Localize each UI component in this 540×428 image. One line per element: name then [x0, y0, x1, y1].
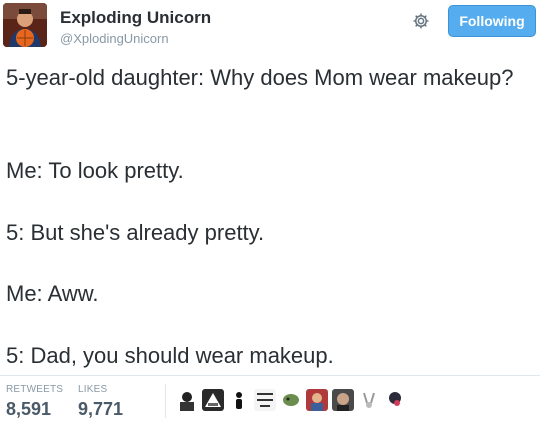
liker-avatar[interactable]	[280, 389, 302, 411]
following-button[interactable]: Following	[448, 5, 536, 37]
gear-icon	[413, 13, 429, 29]
author-name[interactable]: Exploding Unicorn	[60, 8, 211, 28]
likes-stat[interactable]: LIKES 9,771	[78, 384, 123, 420]
tweet-line: 5: Dad, you should wear makeup.	[6, 343, 334, 368]
liker-avatar[interactable]	[228, 389, 250, 411]
liker-avatar[interactable]	[306, 389, 328, 411]
stats-separator	[165, 384, 166, 418]
author-avatar[interactable]	[3, 3, 47, 47]
author-avatar-image	[3, 3, 47, 47]
tweet-card: Exploding Unicorn @XplodingUnicorn Follo…	[0, 0, 540, 428]
following-label: Following	[459, 13, 525, 29]
settings-button[interactable]	[408, 8, 434, 34]
retweets-count: 8,591	[6, 399, 52, 419]
retweets-stat[interactable]: RETWEETS 8,591	[6, 384, 63, 420]
author-handle[interactable]: @XplodingUnicorn	[60, 31, 169, 46]
liker-avatar[interactable]	[202, 389, 224, 411]
liker-avatar[interactable]	[254, 389, 276, 411]
tweet-line: 5: But she's already pretty.	[6, 220, 265, 245]
likes-count: 9,771	[78, 399, 124, 419]
liker-avatar[interactable]	[384, 389, 406, 411]
liker-avatars	[176, 384, 406, 416]
liker-avatar[interactable]	[176, 389, 198, 411]
tweet-line: Me: Aww.	[6, 281, 99, 306]
stats-divider	[0, 375, 540, 376]
tweet-line: Me: To look pretty.	[6, 158, 184, 183]
liker-avatar[interactable]	[332, 389, 354, 411]
tweet-line: 5-year-old daughter: Why does Mom wear m…	[6, 65, 514, 90]
retweets-label: RETWEETS	[6, 384, 64, 395]
liker-avatar[interactable]	[358, 389, 380, 411]
likes-label: LIKES	[78, 384, 108, 395]
